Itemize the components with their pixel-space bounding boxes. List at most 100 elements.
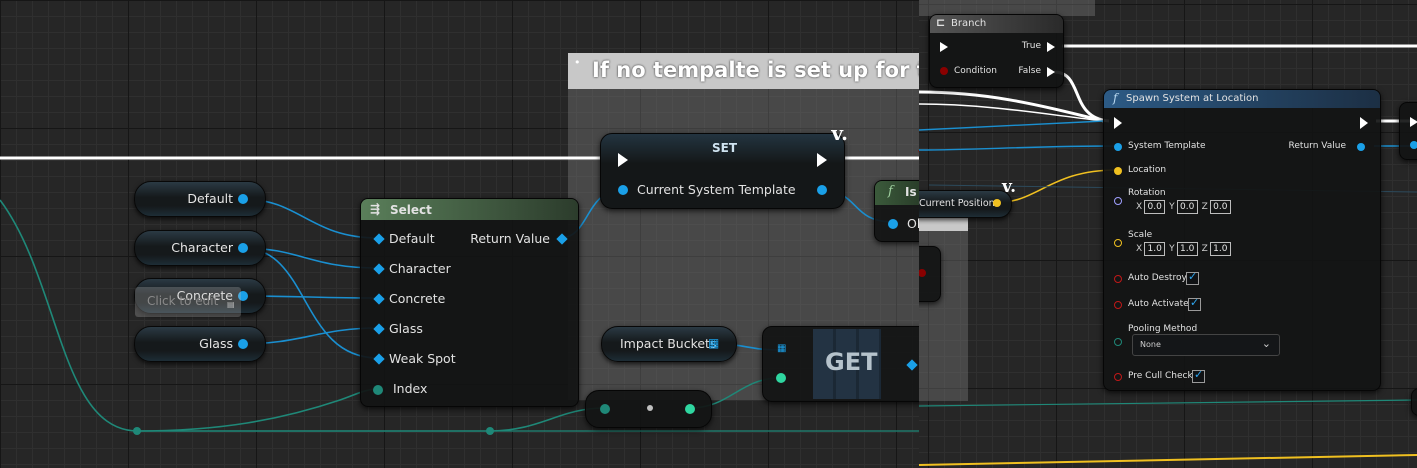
is-node-header[interactable]: f Is [875, 181, 919, 205]
blueprint-graph-left[interactable]: • If no tempalte is set up for this Defa… [0, 0, 919, 468]
auto-activate-label: Auto Activate [1128, 299, 1189, 309]
current-position-badge: v. [1002, 177, 1017, 197]
comment-title: If no tempalte is set up for this [592, 58, 919, 82]
auto-destroy-pin[interactable] [1114, 275, 1122, 283]
scale-z-input[interactable]: 1.0 [1209, 242, 1231, 256]
auto-activate-pin[interactable] [1114, 301, 1122, 309]
location-pin[interactable] [1114, 167, 1122, 175]
variable-character[interactable]: Character [134, 230, 266, 266]
select-input-pin[interactable] [373, 233, 385, 245]
blueprint-graph-right[interactable]: ⊏ Branch True Condition False Current Po… [919, 0, 1417, 468]
auto-destroy-checkbox[interactable]: ✓ [1186, 270, 1199, 285]
output-pin[interactable] [238, 243, 248, 253]
comment-icon: ▤ [227, 300, 235, 309]
literal-output-pin[interactable] [685, 404, 695, 414]
exec-in-pin[interactable] [618, 153, 628, 167]
literal-int-node[interactable] [585, 390, 712, 428]
variable-label: Current Position [919, 198, 995, 209]
select-output-pin[interactable] [556, 233, 568, 245]
pre-cull-check-checkbox[interactable]: ✓ [1192, 368, 1205, 383]
return-value-pin[interactable] [1357, 143, 1365, 151]
pre-cull-check-label: Pre Cull Check [1128, 371, 1193, 381]
array-input-icon[interactable]: ▦ [777, 343, 786, 354]
auto-destroy-label: Auto Destroy [1128, 273, 1187, 283]
pooling-method-pin[interactable] [1114, 338, 1122, 346]
branch-icon: ⊏ [936, 16, 946, 29]
rotation-z-input[interactable]: 0.0 [1209, 200, 1231, 214]
auto-activate-checkbox[interactable]: ✓ [1188, 296, 1201, 311]
pre-cull-check-pin[interactable] [1114, 373, 1122, 381]
set-node-badge: v. [831, 121, 848, 145]
index-pin[interactable] [373, 385, 383, 395]
spawn-node-header[interactable]: f Spawn System at Location [1104, 90, 1380, 108]
literal-dot-icon [647, 405, 653, 411]
rotation-pin[interactable] [1114, 197, 1122, 205]
scale-x-input[interactable]: 1.0 [1144, 242, 1166, 256]
pooling-method-dropdown[interactable]: None ⌄ [1132, 334, 1280, 356]
get-node[interactable]: GET ▦ [762, 326, 919, 402]
branch-node[interactable]: ⊏ Branch True Condition False [929, 14, 1064, 88]
pooling-method-label: Pooling Method [1128, 324, 1198, 334]
exec-in-pin[interactable] [1114, 117, 1122, 129]
is-pin-label: Ob [907, 216, 919, 231]
axis-z-label: Z [1201, 244, 1208, 254]
variable-glass[interactable]: Glass [134, 326, 266, 362]
variable-impact-buckets[interactable]: Impact Buckets ▦ [601, 326, 737, 362]
select-input-pin[interactable] [373, 323, 385, 335]
input-pin[interactable] [1410, 141, 1417, 149]
exec-in-pin[interactable] [1410, 117, 1417, 127]
system-template-label: System Template [1128, 141, 1206, 151]
vector-output-pin[interactable] [993, 199, 1001, 207]
rotation-label: Rotation [1128, 188, 1166, 198]
select-node-title: Select [390, 203, 432, 217]
select-input-pin[interactable] [373, 293, 385, 305]
branch-node-title: Branch [951, 18, 987, 29]
select-input-label: Character [389, 261, 451, 276]
set-input-pin[interactable] [618, 185, 628, 195]
exec-out-pin[interactable] [1360, 117, 1368, 129]
axis-y-label: Y [1169, 244, 1175, 254]
condition-pin[interactable] [940, 67, 948, 75]
branch-false-label: False [1018, 66, 1041, 76]
system-template-pin[interactable] [1114, 143, 1122, 151]
rotation-y-input[interactable]: 0.0 [1176, 200, 1198, 214]
select-input-pin[interactable] [373, 353, 385, 365]
set-node-title: SET [712, 141, 738, 155]
spawn-system-node[interactable]: f Spawn System at Location System Templa… [1103, 89, 1381, 391]
branch-true-pin[interactable] [1047, 42, 1055, 52]
set-node[interactable]: SET v. Current System Template [600, 121, 848, 209]
scale-pin[interactable] [1114, 239, 1122, 247]
variable-default[interactable]: Default [134, 181, 266, 217]
set-output-pin[interactable] [817, 185, 827, 195]
literal-input-pin[interactable] [600, 404, 610, 414]
comment-title-bar[interactable]: • If no tempalte is set up for this [568, 53, 919, 89]
bool-pin[interactable] [919, 269, 926, 277]
branch-false-pin[interactable] [1047, 67, 1055, 77]
rotation-x-input[interactable]: 0.0 [1144, 200, 1166, 214]
pooling-method-value: None [1140, 340, 1161, 349]
is-input-pin[interactable] [888, 219, 898, 229]
rotation-fields: X 0.0 Y 0.0 Z 0.0 [1136, 200, 1235, 214]
function-icon: f [1113, 91, 1118, 105]
variable-current-position[interactable]: Current Position v. [919, 177, 1016, 218]
select-input-label: Concrete [389, 291, 446, 306]
get-output-pin[interactable] [906, 359, 918, 371]
partial-node[interactable] [919, 246, 941, 302]
select-node-header[interactable]: ⇶ Select [361, 199, 578, 220]
output-pin[interactable] [238, 194, 248, 204]
is-node-title: Is [905, 185, 917, 199]
select-node[interactable]: ⇶ Select Default Character Concrete Glas… [360, 198, 579, 407]
partial-node-bottom-right[interactable] [1411, 388, 1417, 416]
get-index-pin[interactable] [776, 373, 786, 383]
scale-y-input[interactable]: 1.0 [1176, 242, 1198, 256]
array-icon: ▦ [708, 336, 719, 350]
select-input-pin[interactable] [373, 263, 385, 275]
branch-node-header[interactable]: ⊏ Branch [930, 15, 1063, 33]
exec-out-pin[interactable] [817, 153, 827, 167]
is-valid-node[interactable]: f Is Ob [874, 180, 919, 242]
output-pin[interactable] [238, 339, 248, 349]
exec-in-pin[interactable] [940, 42, 948, 52]
partial-node-right[interactable] [1399, 102, 1417, 160]
chevron-down-icon: ⌄ [1261, 337, 1271, 350]
comment-box-right[interactable] [919, 215, 968, 401]
